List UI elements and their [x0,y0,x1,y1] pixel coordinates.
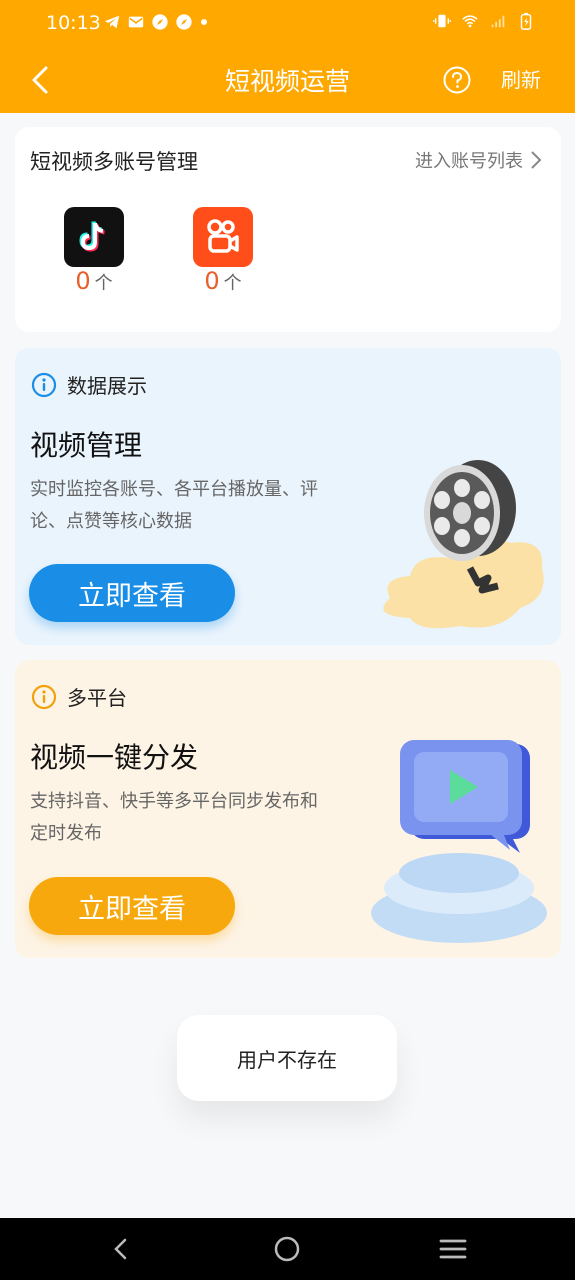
account-management-card: 短视频多账号管理 进入账号列表 0个 0 个 [15,127,561,332]
status-bar: 10:13 [0,0,575,48]
mail-icon [128,16,144,28]
kuaishou-account[interactable]: 0个 [183,207,263,295]
douyin-account[interactable]: 0个 [54,207,134,295]
account-list-link[interactable]: 进入账号列表 [415,147,543,173]
view-video-distribution-button[interactable]: 立即查看 [29,877,235,935]
notification-icons [103,13,209,31]
telegram-icon [104,15,120,29]
battery-icon [520,12,532,30]
navbar: 短视频运营 刷新 [0,48,575,113]
nav-home-icon[interactable] [272,1234,302,1264]
data-section-header: 数据展示 [31,370,147,399]
douyin-count-unit: 个 [94,273,113,294]
video-management-description: 实时监控各账号、各平台播放量、评论、点赞等核心数据 [30,479,318,532]
nav-back-icon[interactable] [106,1234,136,1264]
compass-icon-2 [176,14,192,30]
toast-message: 用户不存在 [177,1015,397,1101]
nav-recents-icon[interactable] [438,1234,468,1264]
kuaishou-count-row: 0个 [183,267,263,295]
system-icons [433,12,535,30]
chevron-right-icon [531,151,542,169]
signal-icon [491,15,505,28]
page-title: 短视频运营 [224,67,350,96]
video-management-card: 数据展示 视频管理 实时监控各账号、各平台播放量、评论、点赞等核心数据 立即查看 [15,348,561,645]
account-list-link-label: 进入账号列表 [415,151,523,172]
system-nav-bar [0,1218,575,1280]
video-bubble-illustration [371,740,547,943]
film-reel-illustration [383,460,544,629]
kuaishou-count-unit: 个 [223,273,242,294]
data-section-label: 数据展示 [67,374,147,398]
kuaishou-icon [193,207,253,267]
video-distribution-description: 支持抖音、快手等多平台同步发布和定时发布 [30,791,318,844]
douyin-count-row: 0个 [54,267,134,295]
info-icon [31,372,57,397]
vibrate-icon [433,14,451,28]
dot-icon [201,19,207,25]
kuaishou-count: 0 [204,267,220,295]
help-icon[interactable] [442,65,472,95]
info-icon-orange [31,684,57,709]
multi-section-label: 多平台 [67,686,127,710]
video-distribution-card: 多平台 视频一键分发 支持抖音、快手等多平台同步发布和定时发布 立即查看 [15,660,561,958]
refresh-button[interactable]: 刷新 [501,64,541,93]
douyin-icon [64,207,124,267]
multi-section-header: 多平台 [31,682,127,711]
compass-icon [152,14,168,30]
video-distribution-title: 视频一键分发 [30,741,199,774]
account-card-title: 短视频多账号管理 [30,150,198,174]
view-video-management-button[interactable]: 立即查看 [29,564,235,622]
toast-text: 用户不存在 [237,1047,337,1072]
video-management-title: 视频管理 [30,429,143,462]
douyin-count: 0 [75,267,91,295]
app-header: 10:13 短视频运营 刷新 [0,0,575,113]
status-time: 10:13 [46,12,101,34]
wifi-icon [462,15,478,28]
